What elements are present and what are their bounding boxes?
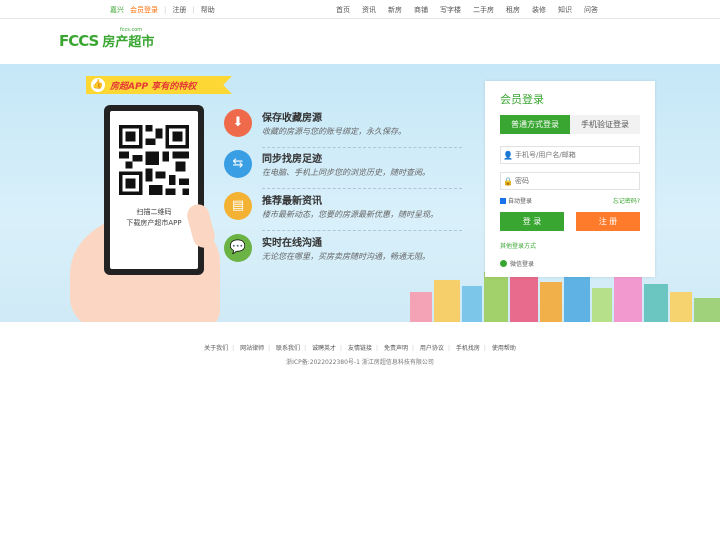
qr-caption: 扫描二维码 (136, 208, 172, 216)
feature-item: ▤ 推荐最新资讯 楼市最新动态，您要的房源最新优惠，随时呈现。 (224, 192, 462, 231)
tab-phone-login[interactable]: 手机验证登录 (570, 115, 640, 134)
qr-caption-app: 下载房产超市APP (126, 219, 182, 227)
nav-qa[interactable]: 问答 (578, 5, 604, 15)
feature-desc: 楼市最新动态，您要的房源最新优惠，随时呈现。 (262, 210, 438, 219)
login-tabs: 普通方式登录 手机验证登录 (500, 115, 640, 134)
footer-link[interactable]: 诚聘英才 (312, 345, 336, 352)
member-login-link[interactable]: 会员登录 (130, 5, 158, 15)
password-input[interactable] (515, 177, 633, 185)
footer-link[interactable]: 免责声明 (384, 345, 408, 352)
sync-icon: ⇆ (224, 150, 252, 178)
login-panel: 会员登录 普通方式登录 手机验证登录 👤 🔒 自动登录 忘记密码? 登 录 注 … (485, 81, 655, 277)
footer-link[interactable]: 联系我们 (276, 345, 300, 352)
download-icon: ⬇ (224, 109, 252, 137)
feature-title: 实时在线沟通 (262, 238, 322, 249)
header: FCCS 房产超市 fccs.com (0, 19, 720, 63)
logo-domain: fccs.com (120, 27, 143, 33)
logo-mark: FCCS (59, 31, 99, 50)
help-link[interactable]: 帮助 (201, 5, 215, 15)
user-icon: 👤 (503, 150, 513, 160)
nav-news[interactable]: 资讯 (356, 5, 382, 15)
footer-link[interactable]: 使用帮助 (492, 345, 516, 352)
city-link[interactable]: 嘉兴 (110, 5, 124, 15)
wechat-login-label: 微信登录 (510, 261, 535, 268)
news-icon: ▤ (224, 192, 252, 220)
divider (262, 188, 462, 189)
nav-decoration[interactable]: 装修 (526, 5, 552, 15)
top-bar: 嘉兴 会员登录 | 注册 | 帮助 首页 资讯 新房 商铺 写字楼 二手房 租房… (0, 0, 720, 19)
lock-icon: 🔒 (503, 176, 513, 186)
feature-desc: 在电脑、手机上同步您的浏览历史，随时查阅。 (262, 168, 430, 177)
logo-name: 房产超市 (102, 35, 155, 50)
username-input[interactable] (515, 151, 633, 159)
nav-new-house[interactable]: 新房 (382, 5, 408, 15)
feature-title: 推荐最新资讯 (262, 196, 322, 207)
auto-login[interactable]: 自动登录 (500, 196, 532, 205)
nav-office[interactable]: 写字楼 (434, 5, 467, 15)
login-title: 会员登录 (500, 93, 544, 106)
nav-knowledge[interactable]: 知识 (552, 5, 578, 15)
footer-links: 关于我们 | 网站律师 | 联系我们 | 诚聘英才 | 友情链接 | 免责声明 | 用户协议… (204, 345, 516, 352)
feature-item: ⬇ 保存收藏房源 收藏的房源与您的账号绑定，永久保存。 (224, 109, 462, 148)
nav-shop[interactable]: 商铺 (408, 5, 434, 15)
wechat-icon (500, 260, 507, 267)
register-link[interactable]: 注册 (172, 5, 186, 15)
site-logo[interactable]: FCCS 房产超市 fccs.com (59, 27, 155, 50)
qr-code-icon (119, 125, 189, 195)
wechat-login-link[interactable]: 微信登录 (500, 259, 534, 268)
footer-link[interactable]: 用户协议 (420, 345, 444, 352)
password-field[interactable]: 🔒 (500, 172, 640, 190)
feature-title: 保存收藏房源 (262, 113, 322, 124)
phone-illustration: 扫描二维码 下载房产超市APP (104, 105, 204, 275)
footer-link[interactable]: 友情链接 (348, 345, 372, 352)
footer-link[interactable]: 关于我们 (204, 345, 228, 352)
other-login-label: 其他登录方式 (500, 243, 537, 250)
login-banner: 👍 房超APP 享有的特权 扫描二维码 下载房产超市APP ⬇ 保存收藏房源 收… (0, 64, 720, 322)
nav-home[interactable]: 首页 (330, 5, 356, 15)
chat-icon: 💬 (224, 234, 252, 262)
feature-item: 💬 实时在线沟通 无论您在哪里，买房卖房随时沟通，畅通无阻。 (224, 234, 430, 262)
divider: | (192, 6, 195, 14)
top-nav: 首页 资讯 新房 商铺 写字楼 二手房 租房 装修 知识 问答 (330, 5, 604, 15)
feature-item: ⇆ 同步找房足迹 在电脑、手机上同步您的浏览历史，随时查阅。 (224, 150, 462, 189)
auto-login-label: 自动登录 (508, 198, 533, 205)
forgot-password-link[interactable]: 忘记密码? (613, 196, 640, 205)
nav-second-hand[interactable]: 二手房 (467, 5, 500, 15)
divider (262, 147, 462, 148)
promo-text: 房超APP 享有的特权 (110, 82, 197, 92)
divider (262, 230, 462, 231)
register-button[interactable]: 注 册 (576, 212, 640, 231)
tab-normal-login[interactable]: 普通方式登录 (500, 115, 570, 134)
footer-link[interactable]: 网站律师 (240, 345, 264, 352)
login-button[interactable]: 登 录 (500, 212, 564, 231)
username-field[interactable]: 👤 (500, 146, 640, 164)
promo-tag: 👍 房超APP 享有的特权 (86, 76, 232, 94)
divider: | (164, 6, 167, 14)
feature-desc: 收藏的房源与您的账号绑定，永久保存。 (262, 127, 406, 136)
auto-login-checkbox[interactable] (500, 197, 506, 204)
thumbs-up-icon: 👍 (91, 78, 105, 92)
footer-link[interactable]: 手机找房 (456, 345, 480, 352)
feature-title: 同步找房足迹 (262, 154, 322, 165)
nav-rent[interactable]: 租房 (500, 5, 526, 15)
feature-desc: 无论您在哪里，买房卖房随时沟通，畅通无阻。 (262, 252, 430, 261)
icp-record: 浙ICP备:2022022380号-1 浙江房超信息科技有限公司 (286, 359, 434, 366)
